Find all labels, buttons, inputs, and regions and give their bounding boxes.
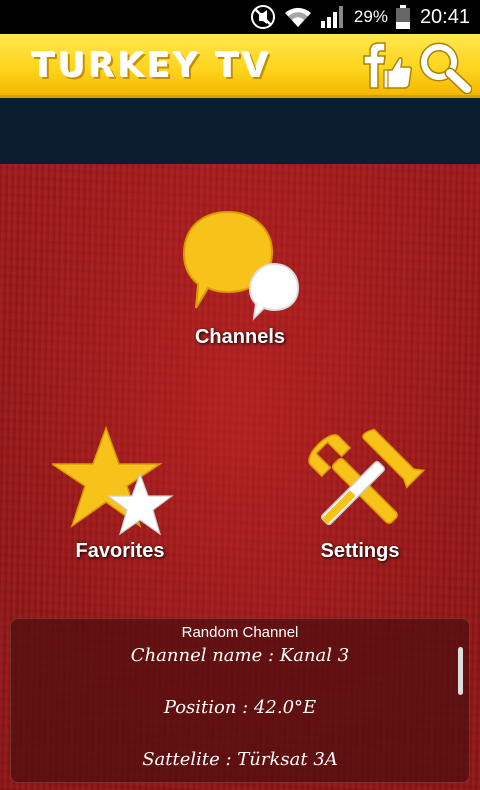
battery-percent: 29% xyxy=(353,7,388,26)
favorites-label: Favorites xyxy=(75,540,165,562)
satellite-text: Sattelite : Türksat 3A xyxy=(142,749,338,770)
favorites-button[interactable]: Favorites xyxy=(52,426,188,571)
tools-icon xyxy=(308,428,426,526)
wifi-icon xyxy=(284,7,311,27)
app-title: TURKEY TV xyxy=(32,46,272,86)
random-channel-panel[interactable]: Random Channel Channel name : Kanal 3 Po… xyxy=(10,618,470,783)
search-icon xyxy=(419,42,473,95)
chat-bubbles-icon xyxy=(182,210,300,321)
random-channel-heading: Random Channel xyxy=(181,624,299,641)
search-button[interactable] xyxy=(418,42,473,95)
position-text: Position : 42.0°E xyxy=(163,697,317,718)
channels-button[interactable]: Channels xyxy=(170,206,310,356)
facebook-like-button[interactable] xyxy=(356,42,413,92)
facebook-like-icon xyxy=(363,42,413,89)
signal-icon xyxy=(320,6,343,28)
clock: 20:41 xyxy=(419,5,470,28)
status-icons: 29% 20:41 xyxy=(250,0,470,34)
battery-icon xyxy=(395,5,410,29)
settings-button[interactable]: Settings xyxy=(290,426,430,571)
main-menu: Channels Favorites Settings Random Chann… xyxy=(0,164,480,790)
scrollbar-thumb[interactable] xyxy=(458,647,463,695)
star-icon xyxy=(52,426,174,536)
app-bar: TURKEY TV xyxy=(0,34,480,98)
settings-label: Settings xyxy=(320,540,400,562)
channels-label: Channels xyxy=(194,326,286,348)
mute-icon xyxy=(250,5,275,29)
banner-strip xyxy=(0,98,480,164)
status-bar: 29% 20:41 xyxy=(0,0,480,34)
channel-name-text: Channel name : Kanal 3 xyxy=(130,645,350,666)
